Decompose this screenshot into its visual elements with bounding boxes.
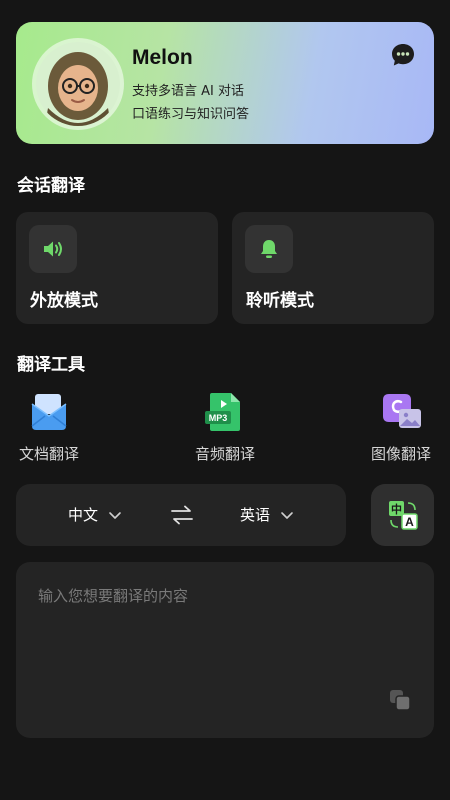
swap-arrows-icon [171,505,193,525]
language-selector-bar: 中文 英语 [16,484,346,546]
speaker-mode-card[interactable]: 外放模式 [16,212,218,324]
document-translate-tool[interactable]: 文档翻译 [9,388,89,464]
source-language-label: 中文 [68,506,99,524]
mp3-badge-text: MP3 [209,413,228,423]
listen-mode-card[interactable]: 聆听模式 [232,212,434,324]
conversation-section-title: 会话翻译 [17,176,85,196]
mp3-file-icon: MP3 [203,390,247,434]
speaker-icon [29,225,77,273]
speaker-mode-label: 外放模式 [30,291,98,311]
copy-icon [390,690,411,711]
tools-section-title: 翻译工具 [17,355,85,375]
paste-button[interactable] [388,688,412,716]
image-translate-label: 图像翻译 [370,445,431,463]
assistant-name: Melon [132,46,193,69]
assistant-header-card[interactable]: Melon 支持多语言 AI 对话 口语练习与知识问答 [16,22,434,144]
chevron-down-icon [109,511,121,519]
bell-icon [245,225,293,273]
target-language-dropdown[interactable]: 英语 [240,504,294,525]
audio-translate-tool[interactable]: MP3 音频翻译 [185,388,265,464]
assistant-description-line-1: 支持多语言 AI 对话 [132,84,244,99]
translate-icon-source-char: 中 [391,502,402,516]
chat-bubble-icon[interactable] [390,42,416,68]
translation-input-placeholder: 输入您想要翻译的内容 [38,587,189,605]
image-translate-tool[interactable]: 图像翻译 [361,388,441,464]
translate-button[interactable]: 中 A [371,484,434,546]
document-envelope-icon [27,390,71,434]
translate-icon: 中 A [389,501,418,530]
translation-input-area[interactable]: 输入您想要翻译的内容 [16,562,434,738]
source-language-dropdown[interactable]: 中文 [68,504,122,525]
swap-languages-button[interactable] [170,504,194,530]
assistant-avatar [32,38,124,130]
chevron-down-icon [281,511,293,519]
document-translate-label: 文档翻译 [18,445,79,463]
listen-mode-label: 聆听模式 [246,291,314,311]
image-translate-icon [379,390,423,434]
translate-icon-target-char: A [405,515,414,529]
assistant-description-line-2: 口语练习与知识问答 [132,107,250,122]
target-language-label: 英语 [240,506,271,524]
audio-translate-label: 音频翻译 [194,445,255,463]
